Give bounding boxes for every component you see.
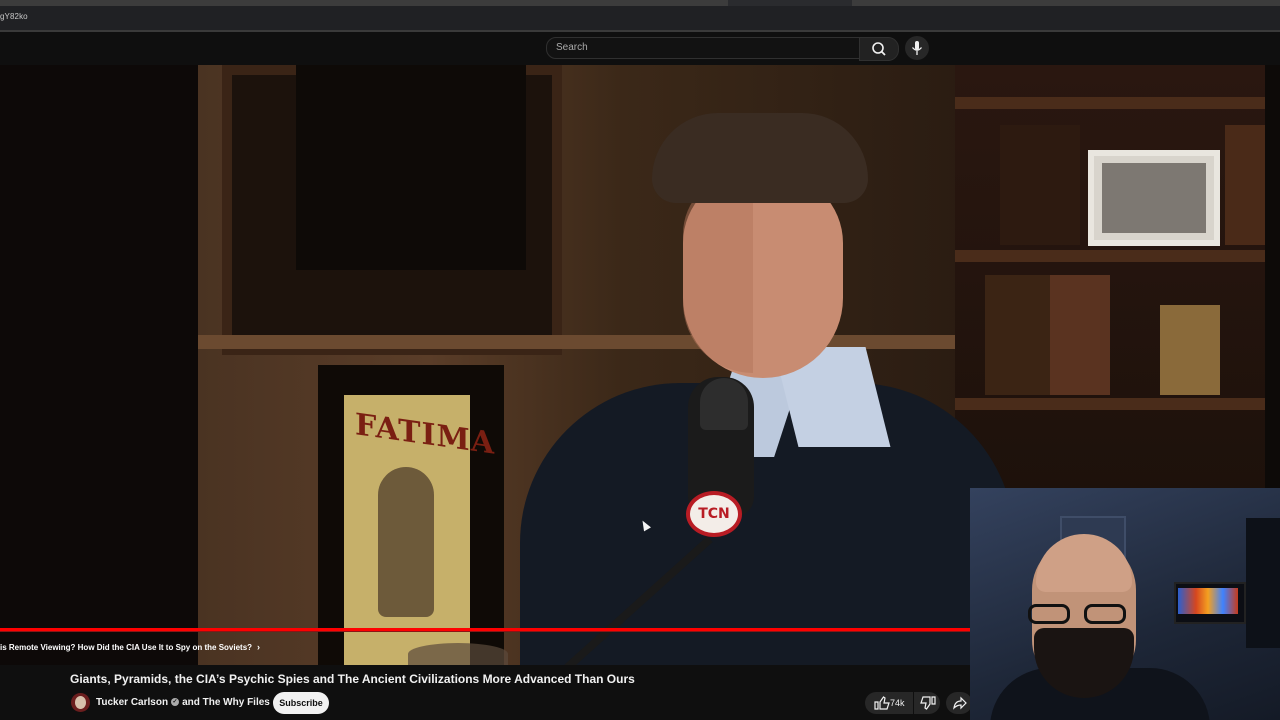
thumbs-down-icon	[920, 696, 936, 710]
room-shelf	[1246, 518, 1280, 648]
shelf-ornament	[1160, 305, 1220, 395]
poster-figure	[378, 467, 434, 617]
book-row	[1225, 125, 1265, 245]
voice-search-button[interactable]	[905, 36, 929, 60]
search-icon	[872, 42, 886, 56]
browser-tab[interactable]	[852, 0, 1280, 6]
webcam-overlay	[970, 488, 1280, 720]
mic-brand-text: TCN	[698, 506, 730, 522]
browser-top-bar: gY82ko	[0, 0, 1280, 32]
share-button[interactable]	[946, 692, 972, 714]
avatar-face	[75, 696, 86, 709]
person-hair	[652, 113, 868, 203]
share-icon	[953, 696, 967, 710]
verified-check-icon: ✓	[171, 698, 180, 707]
progress-bar-track	[0, 631, 970, 632]
chapter-label: is Remote Viewing? How Did the CIA Use I…	[0, 643, 253, 652]
search-input[interactable]: Search	[546, 37, 860, 59]
lens-left	[1028, 604, 1070, 624]
glasses-icon	[1028, 604, 1148, 626]
tab-strip	[0, 0, 1280, 6]
channel-link-secondary[interactable]: The Why Files	[203, 697, 270, 708]
channel-link-primary[interactable]: Tucker Carlson	[96, 697, 168, 708]
like-button[interactable]	[865, 692, 913, 714]
address-bar-text[interactable]: gY82ko	[0, 12, 28, 21]
search-button[interactable]	[859, 37, 899, 61]
mic-flag-logo: TCN	[686, 491, 742, 537]
browser-tab[interactable]	[0, 0, 728, 6]
book-row	[1000, 125, 1080, 245]
picture-frame-inner	[296, 65, 526, 270]
channel-join: and	[182, 697, 200, 708]
microphone-grill	[700, 378, 748, 430]
book-row	[1050, 275, 1110, 395]
dislike-button[interactable]	[914, 692, 940, 714]
like-count: 74k	[890, 698, 905, 708]
framed-photo-image	[1102, 163, 1206, 233]
fireplace-image	[1178, 588, 1238, 614]
search-placeholder: Search	[556, 42, 588, 53]
channel-avatar[interactable]	[71, 693, 90, 712]
channel-names: Tucker Carlson✓and The Why Files✓	[96, 697, 284, 708]
chevron-right-icon: ›	[257, 642, 261, 652]
shelf-board	[955, 97, 1265, 109]
chapter-title[interactable]: is Remote Viewing? How Did the CIA Use I…	[0, 642, 260, 652]
video-title: Giants, Pyramids, the CIA’s Psychic Spie…	[70, 672, 635, 686]
subscribe-button[interactable]: Subscribe	[273, 692, 329, 714]
letterbox-left	[0, 65, 198, 665]
glass	[408, 643, 508, 665]
microphone-icon	[911, 41, 923, 55]
lens-right	[1084, 604, 1126, 624]
shelf-board	[955, 398, 1265, 410]
shelf-board	[955, 250, 1265, 262]
